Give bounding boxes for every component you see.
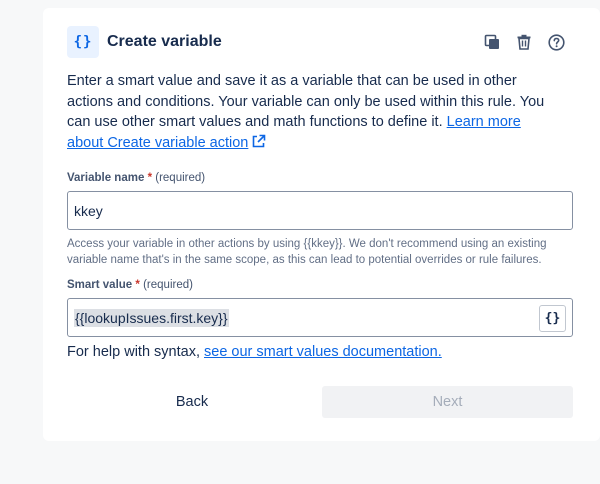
required-text: (required): [155, 172, 206, 184]
duplicate-icon: [484, 34, 499, 49]
variable-name-value: kkey: [74, 202, 103, 219]
smart-value-text: {{lookupIssues.first.key}}: [74, 308, 229, 327]
duplicate-button[interactable]: [480, 30, 504, 54]
variable-name-input[interactable]: kkey: [67, 191, 573, 230]
next-button[interactable]: Next: [322, 386, 573, 418]
variable-name-help: Access your variable in other actions by…: [67, 238, 547, 266]
smart-value-label-text: Smart value: [67, 279, 133, 291]
syntax-help: For help with syntax, see our smart valu…: [67, 344, 442, 360]
variable-name-label: Variable name * (required): [67, 172, 205, 184]
back-button[interactable]: Back: [67, 386, 317, 418]
help-button[interactable]: [544, 30, 568, 54]
description: Enter a smart value and save it as a var…: [67, 71, 547, 153]
create-variable-panel: {} Create variable Enter a smart value a…: [43, 8, 600, 441]
header-actions: [480, 30, 568, 54]
help-icon: [547, 33, 565, 51]
required-mark: *: [147, 172, 153, 184]
smart-values-docs-link[interactable]: see our smart values documentation.: [204, 344, 442, 360]
curly-braces-icon: {}: [67, 26, 99, 58]
required-text: (required): [143, 279, 193, 291]
delete-button[interactable]: [512, 30, 536, 54]
required-mark: *: [135, 279, 140, 291]
panel-title: Create variable: [107, 33, 222, 50]
panel-header: {} Create variable: [67, 26, 600, 58]
smart-value-input[interactable]: {{lookupIssues.first.key}} {}: [67, 298, 573, 337]
trash-icon: [517, 34, 531, 50]
syntax-help-text: For help with syntax,: [67, 344, 204, 360]
variable-name-label-text: Variable name: [67, 172, 145, 184]
external-link-icon[interactable]: [251, 134, 266, 149]
smart-value-label: Smart value * (required): [67, 279, 193, 291]
insert-smart-value-button[interactable]: {}: [539, 305, 566, 332]
